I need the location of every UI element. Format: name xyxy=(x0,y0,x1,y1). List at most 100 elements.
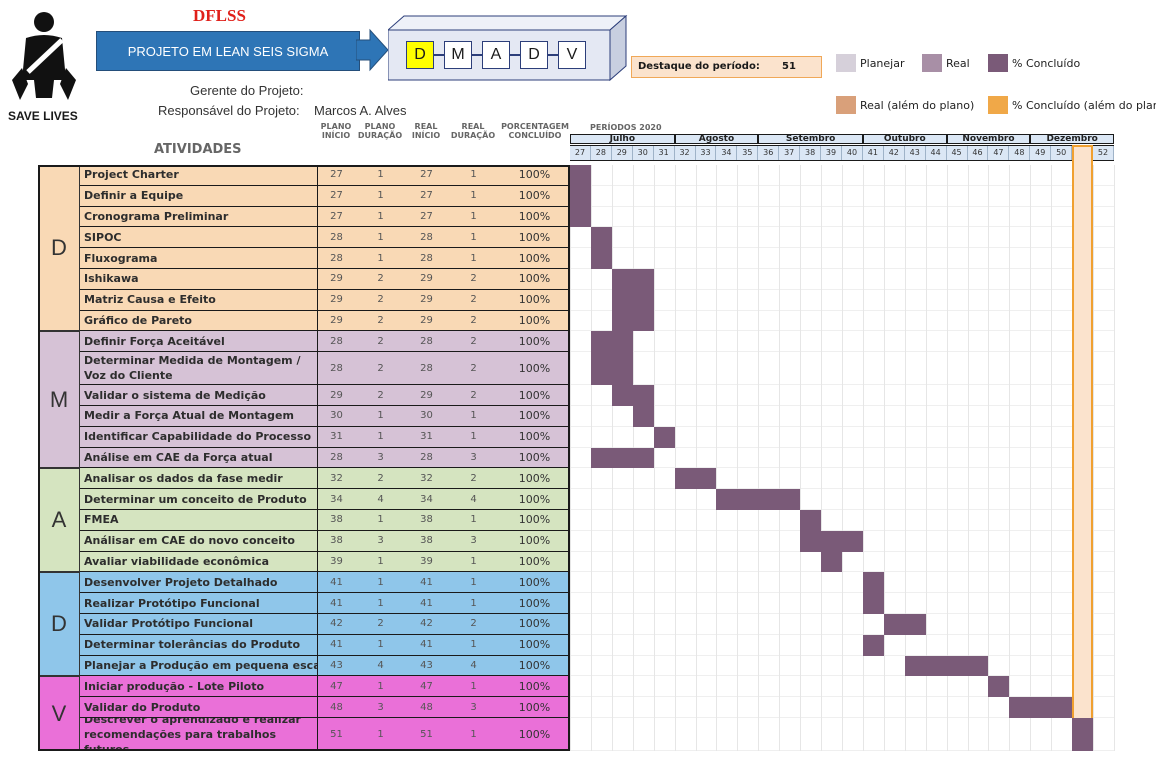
page-title: DFLSS xyxy=(193,6,246,25)
gantt-bar xyxy=(800,530,863,552)
activity-name: Determinar um conceito de Produto xyxy=(79,489,318,510)
gantt-bar xyxy=(862,634,884,656)
week-number: 29 xyxy=(611,146,633,160)
activity-name: Gráfico de Pareto xyxy=(79,310,318,332)
gantt-grid-line xyxy=(570,165,571,751)
plano-inicio-header: PLANO INÍCIO xyxy=(320,122,352,140)
save-lives-logo: SAVE LIVES xyxy=(8,10,80,123)
gantt-bar xyxy=(590,447,654,469)
activity-name: Ishikawa xyxy=(79,269,318,290)
activity-pd: 2 xyxy=(355,269,406,290)
gantt-grid-line xyxy=(716,165,718,751)
periodos-header: PERÍODOS 2020 xyxy=(590,123,662,132)
activity-pd: 1 xyxy=(355,676,406,698)
activity-name: Avaliar viabilidade econômica xyxy=(79,551,318,573)
week-number: 40 xyxy=(842,146,863,160)
activity-pi: 32 xyxy=(318,468,355,490)
activity-pi: 28 xyxy=(318,352,355,386)
phase-box-3: A xyxy=(482,41,510,69)
month-header: Agosto xyxy=(674,134,759,144)
activity-rd: 1 xyxy=(447,248,500,269)
activity-ri: 51 xyxy=(406,718,447,751)
phase-sequence: DMADV xyxy=(406,41,586,69)
activity-ri: 27 xyxy=(406,206,447,228)
activity-rd: 1 xyxy=(447,572,500,594)
legend-concluido-alem-swatch xyxy=(988,96,1008,114)
gantt-grid-line xyxy=(779,165,781,751)
gantt-bar xyxy=(862,572,884,594)
activity-ri: 41 xyxy=(406,634,447,656)
activity-percent: 100% xyxy=(500,248,570,269)
activity-ri: 38 xyxy=(406,510,447,531)
activity-pi: 28 xyxy=(318,227,355,249)
week-number: 44 xyxy=(925,146,947,160)
activity-name: Realizar Protótipo Funcional xyxy=(79,593,318,614)
gantt-bar xyxy=(611,269,654,290)
gantt-grid-line xyxy=(800,165,802,751)
activity-name: Validar do Produto xyxy=(79,697,318,718)
activity-percent: 100% xyxy=(500,206,570,228)
gantt-grid-line xyxy=(653,165,655,751)
month-header: Julho xyxy=(570,134,675,144)
activity-rd: 1 xyxy=(447,165,500,186)
activity-rd: 1 xyxy=(447,510,500,531)
activity-rd: 2 xyxy=(447,352,500,386)
activity-rd: 2 xyxy=(447,468,500,490)
week-number: 48 xyxy=(1009,146,1031,160)
activity-percent: 100% xyxy=(500,510,570,531)
activity-ri: 41 xyxy=(406,593,447,614)
legend-planejar: Planejar xyxy=(860,57,905,70)
activity-pd: 1 xyxy=(355,248,406,269)
activity-pd: 1 xyxy=(355,206,406,228)
activity-ri: 47 xyxy=(406,676,447,698)
activity-pd: 2 xyxy=(355,352,406,386)
legend-real-swatch xyxy=(922,54,942,72)
week-number: 47 xyxy=(988,146,1010,160)
gantt-grid-line xyxy=(862,165,864,751)
phase-box-2: M xyxy=(444,41,472,69)
gantt-bar xyxy=(611,289,654,311)
month-header: Dezembro xyxy=(1030,134,1114,144)
activity-rd: 3 xyxy=(447,697,500,718)
phase-connector xyxy=(472,54,482,56)
real-duracao-header: REAL DURAÇÃO xyxy=(450,122,496,140)
gantt-bar xyxy=(821,551,842,573)
activity-ri: 38 xyxy=(406,530,447,552)
activity-rd: 2 xyxy=(447,269,500,290)
activity-percent: 100% xyxy=(500,310,570,332)
gantt-bar xyxy=(570,206,591,228)
activity-pd: 2 xyxy=(355,468,406,490)
activity-ri: 41 xyxy=(406,572,447,594)
week-number: 50 xyxy=(1051,146,1073,160)
activity-pd: 1 xyxy=(355,510,406,531)
gantt-bar xyxy=(590,352,633,386)
activity-percent: 100% xyxy=(500,614,570,635)
activity-ri: 30 xyxy=(406,406,447,427)
activity-pi: 27 xyxy=(318,165,355,186)
activity-pi: 29 xyxy=(318,385,355,406)
destaque-periodo: Destaque do período: 51 xyxy=(631,56,822,78)
activity-pi: 27 xyxy=(318,206,355,228)
activity-rd: 1 xyxy=(447,227,500,249)
week-number: 28 xyxy=(590,146,612,160)
activity-rd: 2 xyxy=(447,614,500,635)
activity-pi: 47 xyxy=(318,676,355,698)
gantt-grid-line xyxy=(695,165,697,751)
activity-ri: 42 xyxy=(406,614,447,635)
activity-pi: 27 xyxy=(318,185,355,207)
activity-name: Cronograma Preliminar xyxy=(79,206,318,228)
gantt-bar xyxy=(590,248,612,269)
activity-name: Desenvolver Projeto Detalhado xyxy=(79,572,318,594)
activity-rd: 3 xyxy=(447,447,500,469)
gantt-bar xyxy=(904,655,989,677)
activity-name: Análise em CAE da Força atual xyxy=(79,447,318,469)
activity-name: Iniciar produção - Lote Piloto xyxy=(79,676,318,698)
gantt-bar xyxy=(570,165,591,186)
activity-pd: 3 xyxy=(355,447,406,469)
activity-percent: 100% xyxy=(500,227,570,249)
legend-concluido-swatch xyxy=(988,54,1008,72)
activity-pi: 31 xyxy=(318,426,355,448)
activity-pd: 1 xyxy=(355,227,406,249)
activity-pi: 30 xyxy=(318,406,355,427)
activity-pi: 48 xyxy=(318,697,355,718)
